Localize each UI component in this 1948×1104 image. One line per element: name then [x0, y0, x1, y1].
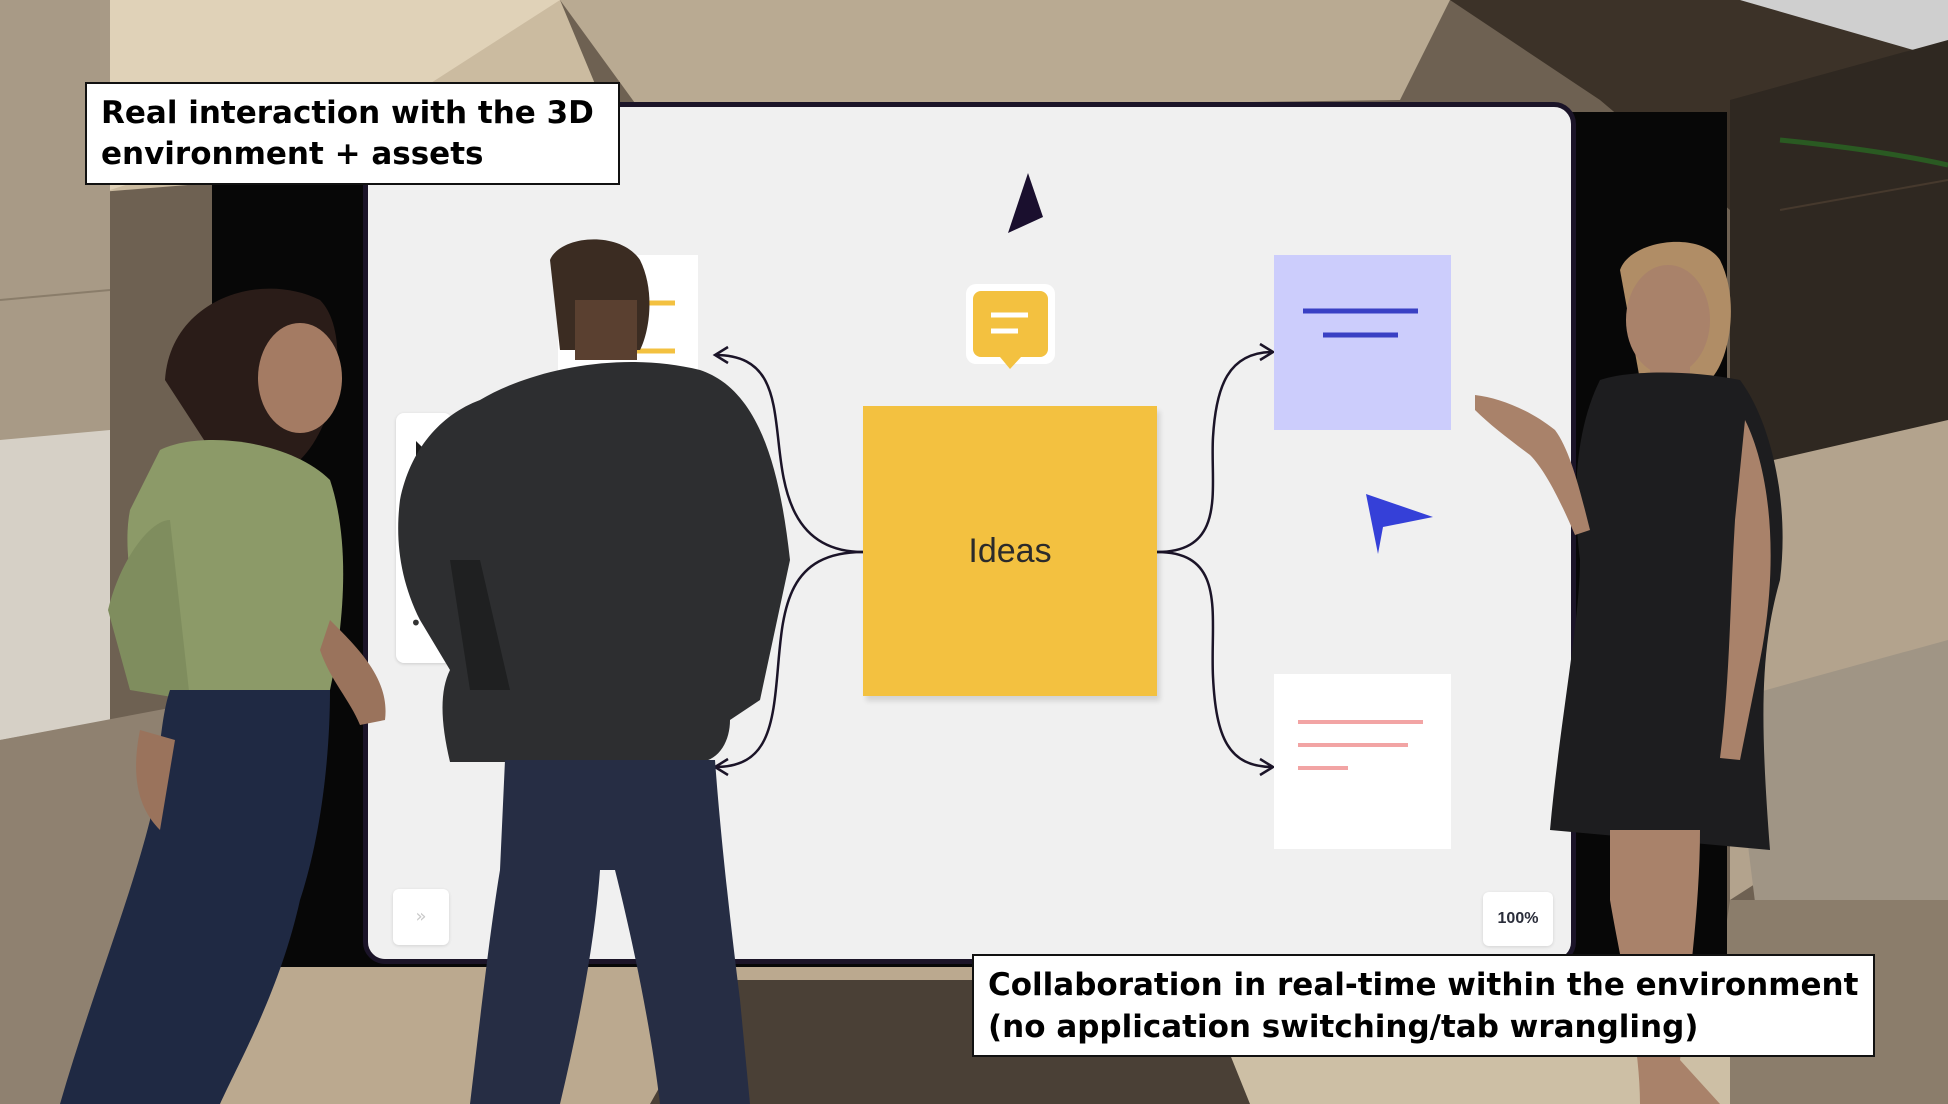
avatar-man-center [398, 239, 790, 1104]
caption-realtime-collaboration: Collaboration in real-time within the en… [972, 954, 1875, 1057]
caption-3d-interaction: Real interaction with the 3D environment… [85, 82, 620, 185]
vr-scene: •• » 100% Ideas [0, 0, 1948, 1104]
avatar-woman-left [60, 288, 386, 1104]
